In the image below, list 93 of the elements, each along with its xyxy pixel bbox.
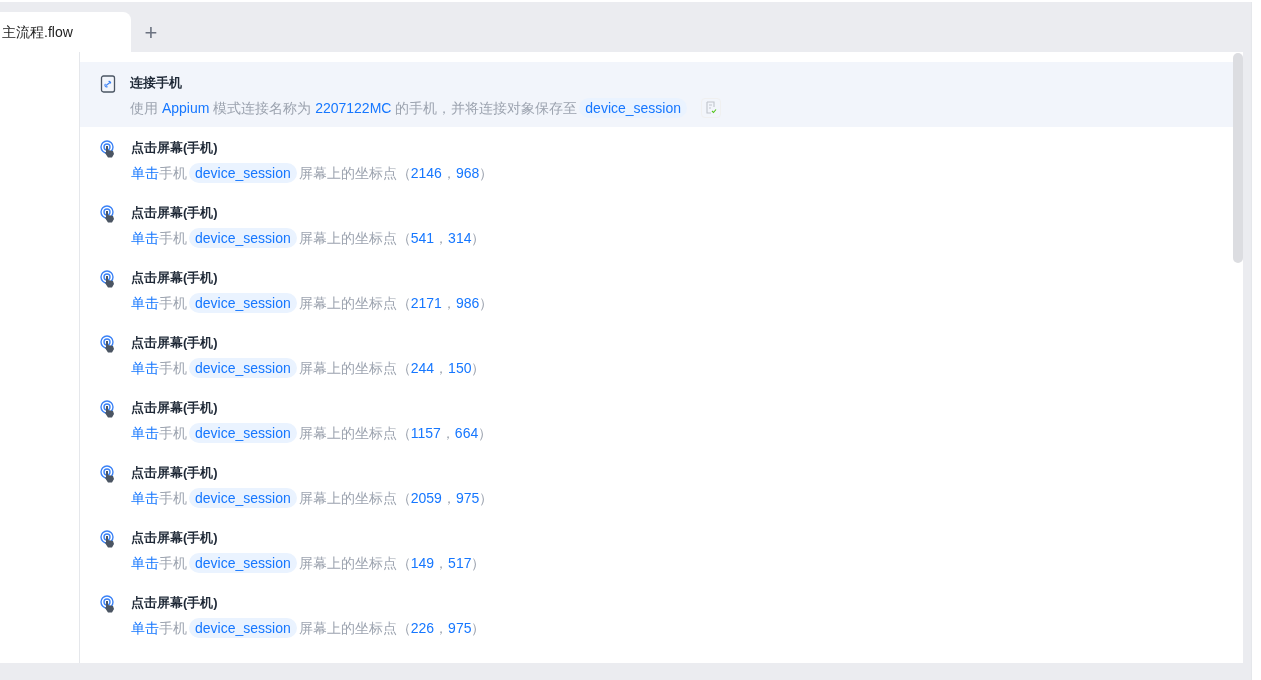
tap-icon	[100, 270, 117, 288]
description-text: ）	[471, 553, 486, 573]
description-text: 手机	[159, 423, 187, 443]
value-text: 975	[448, 618, 472, 638]
description-text: 屏幕上的坐标点（	[298, 423, 411, 443]
variable-tag: device_session	[579, 97, 688, 118]
scrollbar-thumb[interactable]	[1233, 53, 1243, 263]
value-text: 2207122MC	[315, 98, 392, 118]
value-text: 单击	[131, 423, 159, 443]
description-text: 手机	[159, 163, 187, 183]
value-text: 975	[455, 488, 480, 508]
value-text: 2059	[410, 488, 442, 508]
tap-icon	[100, 140, 117, 158]
description-text: 屏幕上的坐标点（	[298, 293, 411, 313]
phone-link-icon	[100, 75, 116, 93]
file-tab[interactable]: 主流程.flow	[0, 12, 131, 52]
variable-tag: device_session	[189, 162, 297, 183]
value-text: 单击	[131, 618, 159, 638]
description-text: ）	[478, 423, 493, 443]
step-title: 点击屏幕(手机)	[131, 334, 219, 352]
step-title: 点击屏幕(手机)	[131, 464, 219, 482]
description-text: ）	[471, 618, 486, 638]
value-text: 149	[410, 553, 435, 573]
description-text: ）	[471, 358, 486, 378]
tap-icon	[100, 465, 117, 483]
value-text: 244	[410, 358, 435, 378]
tap-icon	[100, 400, 117, 418]
step-title: 点击屏幕(手机)	[131, 269, 219, 287]
value-text: 1157	[410, 423, 441, 443]
description-text: 使用	[130, 98, 159, 118]
description-text: 屏幕上的坐标点（	[298, 618, 411, 638]
variable-tag: device_session	[189, 487, 297, 508]
variable-tag: device_session	[189, 227, 297, 248]
value-text: 150	[448, 358, 472, 378]
value-text: 单击	[131, 228, 159, 248]
step-title: 点击屏幕(手机)	[131, 594, 219, 612]
description-text: 手机	[159, 293, 187, 313]
variable-tag: device_session	[189, 292, 297, 313]
description-text: ，	[434, 358, 449, 378]
description-text: ）	[479, 293, 494, 313]
description-text: ，	[441, 163, 456, 183]
value-text: 单击	[131, 358, 159, 378]
variable-tag: device_session	[189, 552, 297, 573]
value-text: 314	[448, 228, 472, 248]
step-title: 点击屏幕(手机)	[131, 529, 219, 547]
tap-icon	[100, 530, 117, 548]
variable-tag: device_session	[189, 617, 297, 638]
step-row[interactable]: 连接手机 使用 Appium 模式连接名称为 2207122MC 的手机，并将连接对象保存至 device_session	[80, 62, 1233, 127]
value-text: 226	[410, 618, 435, 638]
description-text: ，	[434, 553, 449, 573]
description-text: ，	[440, 423, 455, 443]
description-text: ，	[434, 618, 449, 638]
description-text: 屏幕上的坐标点（	[298, 163, 411, 183]
description-text: 屏幕上的坐标点（	[298, 553, 411, 573]
description-text: 屏幕上的坐标点（	[298, 358, 411, 378]
variable-tag: device_session	[189, 422, 297, 443]
description-text: 屏幕上的坐标点（	[298, 488, 411, 508]
step-title: 点击屏幕(手机)	[131, 204, 219, 222]
value-text: 单击	[131, 163, 159, 183]
description-text: ，	[434, 228, 449, 248]
value-text: 单击	[131, 553, 159, 573]
step-title: 连接手机	[130, 74, 183, 92]
value-text: 2171	[410, 293, 442, 313]
value-text: 986	[455, 293, 480, 313]
description-text: 手机	[159, 488, 187, 508]
value-text: 单击	[131, 293, 159, 313]
add-tab-button[interactable]: +	[131, 12, 171, 52]
tap-icon	[100, 205, 117, 223]
value-text: 664	[454, 423, 479, 443]
description-text: 模式连接名称为	[212, 98, 313, 118]
variable-tag: device_session	[189, 357, 297, 378]
value-text: 2146	[410, 163, 442, 183]
description-text: ）	[471, 228, 486, 248]
description-text: 手机	[159, 228, 187, 248]
description-text: 屏幕上的坐标点（	[298, 228, 411, 248]
description-text: ，	[441, 293, 456, 313]
tap-icon	[100, 335, 117, 353]
description-text: ）	[479, 488, 494, 508]
value-text: Appium	[161, 98, 210, 118]
step-title: 点击屏幕(手机)	[131, 139, 219, 157]
description-text: 手机	[159, 618, 187, 638]
value-text: 968	[455, 163, 480, 183]
description-text: ）	[479, 163, 494, 183]
checklist-icon[interactable]	[701, 97, 722, 118]
description-text: 手机	[159, 553, 187, 573]
tap-icon	[100, 595, 117, 613]
description-text: ，	[441, 488, 456, 508]
value-text: 541	[410, 228, 435, 248]
value-text: 单击	[131, 488, 159, 508]
step-title: 点击屏幕(手机)	[131, 399, 219, 417]
value-text: 517	[448, 553, 472, 573]
description-text: 的手机，并将连接对象保存至	[394, 98, 578, 118]
description-text: 手机	[159, 358, 187, 378]
